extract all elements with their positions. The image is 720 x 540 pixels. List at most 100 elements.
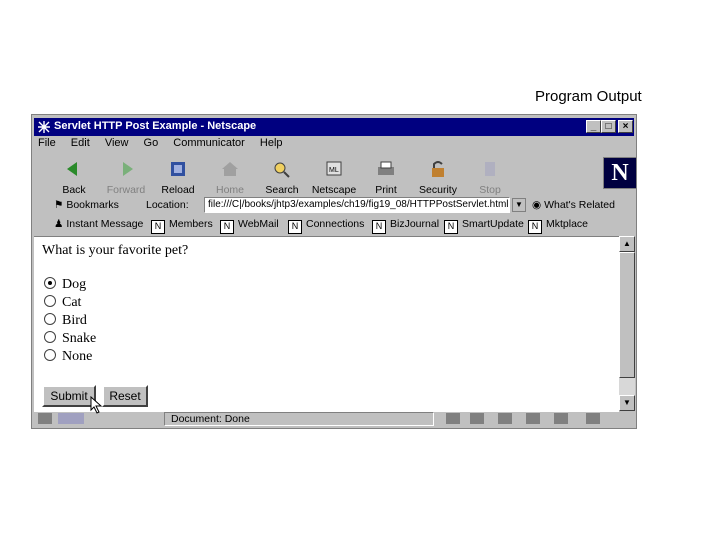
submit-button[interactable]: Submit xyxy=(42,385,96,407)
vertical-scrollbar[interactable]: ▲ ▼ xyxy=(619,236,635,411)
netscape-icon: ML xyxy=(326,161,342,176)
reload-button[interactable]: Reload xyxy=(152,157,204,197)
menu-file[interactable]: File xyxy=(38,137,56,149)
newsgroup-icon[interactable] xyxy=(526,413,540,424)
smartupdate-button[interactable]: N SmartUpdate xyxy=(444,218,524,234)
forward-label: Forward xyxy=(106,184,146,196)
navigator-icon[interactable] xyxy=(470,413,484,424)
menu-bar: File Edit View Go Communicator Help xyxy=(34,137,291,155)
radio-option-cat[interactable]: Cat xyxy=(44,295,81,311)
scroll-down-arrow[interactable]: ▼ xyxy=(619,395,635,411)
print-label: Print xyxy=(375,184,397,196)
connections-label: Connections xyxy=(306,218,365,230)
menu-help[interactable]: Help xyxy=(260,137,283,149)
scroll-up-arrow[interactable]: ▲ xyxy=(619,236,635,252)
print-button[interactable]: Print xyxy=(360,157,412,197)
status-bar: Document: Done xyxy=(34,412,634,426)
home-icon xyxy=(222,162,238,176)
radio-option-dog[interactable]: Dog xyxy=(44,277,86,293)
reload-icon xyxy=(171,162,185,176)
radio-button[interactable] xyxy=(44,313,56,325)
n-icon: N xyxy=(288,220,302,234)
menu-go[interactable]: Go xyxy=(144,137,159,149)
whats-related-label: What's Related xyxy=(544,199,615,211)
security-label: Security xyxy=(419,184,457,196)
maximize-button[interactable]: □ xyxy=(601,120,616,133)
netscape-button[interactable]: ML Netscape xyxy=(308,157,360,197)
bizjournal-button[interactable]: N BizJournal xyxy=(372,218,439,234)
radio-button[interactable] xyxy=(44,295,56,307)
forward-icon xyxy=(123,162,133,176)
menu-communicator[interactable]: Communicator xyxy=(173,137,245,149)
stop-button[interactable]: Stop xyxy=(464,157,516,197)
option-label: Dog xyxy=(62,277,87,292)
url-field[interactable]: file:///C|/books/jhtp3/examples/ch19/fig… xyxy=(204,197,510,213)
bookmarks-label: Bookmarks xyxy=(66,199,119,211)
webmail-button[interactable]: N WebMail xyxy=(220,218,279,234)
security-lock-icon[interactable] xyxy=(38,413,52,424)
window-title: Servlet HTTP Post Example - Netscape xyxy=(54,120,257,132)
mail-icon[interactable] xyxy=(498,413,512,424)
netscape-label: Netscape xyxy=(311,184,357,196)
members-label: Members xyxy=(169,218,213,230)
resize-grip-icon[interactable] xyxy=(586,413,600,424)
radio-button[interactable] xyxy=(44,331,56,343)
home-label: Home xyxy=(215,184,244,196)
search-icon xyxy=(274,162,290,178)
location-toolbar: ⚑ Bookmarks Location: file:///C|/books/j… xyxy=(34,197,634,217)
reset-button[interactable]: Reset xyxy=(102,385,148,407)
browser-window: Servlet HTTP Post Example - Netscape _ □… xyxy=(31,114,637,429)
n-icon: N xyxy=(528,220,542,234)
back-icon xyxy=(67,162,77,176)
svg-text:ML: ML xyxy=(329,167,339,174)
personal-toolbar: ♟ Instant Message N Members N WebMail N Con… xyxy=(34,216,634,234)
navigation-toolbar: Back Forward Reload Home Search ML Netsc… xyxy=(34,157,634,197)
mktplace-label: Mktplace xyxy=(546,218,589,230)
component-icon[interactable] xyxy=(446,413,460,424)
n-icon: N xyxy=(444,220,458,234)
radio-option-none[interactable]: None xyxy=(44,349,92,365)
radio-option-bird[interactable]: Bird xyxy=(44,313,87,329)
mouse-cursor-icon xyxy=(90,396,103,414)
instant-message-label: Instant Message xyxy=(66,218,144,230)
option-label: Bird xyxy=(62,313,87,328)
question-text: What is your favorite pet? xyxy=(42,243,189,258)
menu-edit[interactable]: Edit xyxy=(71,137,90,149)
globe-icon: ◉ xyxy=(532,199,542,211)
minimize-button[interactable]: _ xyxy=(586,120,601,133)
security-icon xyxy=(432,161,444,177)
stop-label: Stop xyxy=(479,184,501,196)
people-icon: ♟ xyxy=(54,218,64,230)
back-button[interactable]: Back xyxy=(48,157,100,197)
bookmarks-button[interactable]: ⚑ Bookmarks xyxy=(54,199,119,211)
n-icon: N xyxy=(151,220,165,234)
page-content: What is your favorite pet? Dog Cat Bird … xyxy=(34,236,619,412)
security-button[interactable]: Security xyxy=(412,157,464,197)
n-icon: N xyxy=(372,220,386,234)
title-bar: Servlet HTTP Post Example - Netscape _ □… xyxy=(34,118,634,136)
connections-button[interactable]: N Connections xyxy=(288,218,364,234)
search-button[interactable]: Search xyxy=(256,157,308,197)
scroll-thumb[interactable] xyxy=(619,252,635,378)
mktplace-button[interactable]: N Mktplace xyxy=(528,218,588,234)
url-dropdown-button[interactable]: ▼ xyxy=(512,198,526,212)
members-button[interactable]: N Members xyxy=(151,218,213,234)
radio-button[interactable] xyxy=(44,277,56,289)
radio-button[interactable] xyxy=(44,349,56,361)
option-label: Cat xyxy=(62,295,82,310)
netscape-logo[interactable]: N xyxy=(603,157,637,189)
composer-icon[interactable] xyxy=(554,413,568,424)
home-button[interactable]: Home xyxy=(204,157,256,197)
whats-related-button[interactable]: ◉ What's Related xyxy=(532,199,615,211)
instant-message-button[interactable]: ♟ Instant Message xyxy=(54,218,143,230)
forward-button[interactable]: Forward xyxy=(100,157,152,197)
bizjournal-label: BizJournal xyxy=(390,218,440,230)
print-icon xyxy=(378,161,394,175)
option-label: None xyxy=(62,349,93,364)
menu-view[interactable]: View xyxy=(105,137,129,149)
radio-option-snake[interactable]: Snake xyxy=(44,331,96,347)
close-button[interactable]: × xyxy=(618,120,633,133)
bookmarks-icon: ⚑ xyxy=(54,199,64,211)
webmail-label: WebMail xyxy=(238,218,279,230)
netscape-app-icon xyxy=(37,120,51,134)
